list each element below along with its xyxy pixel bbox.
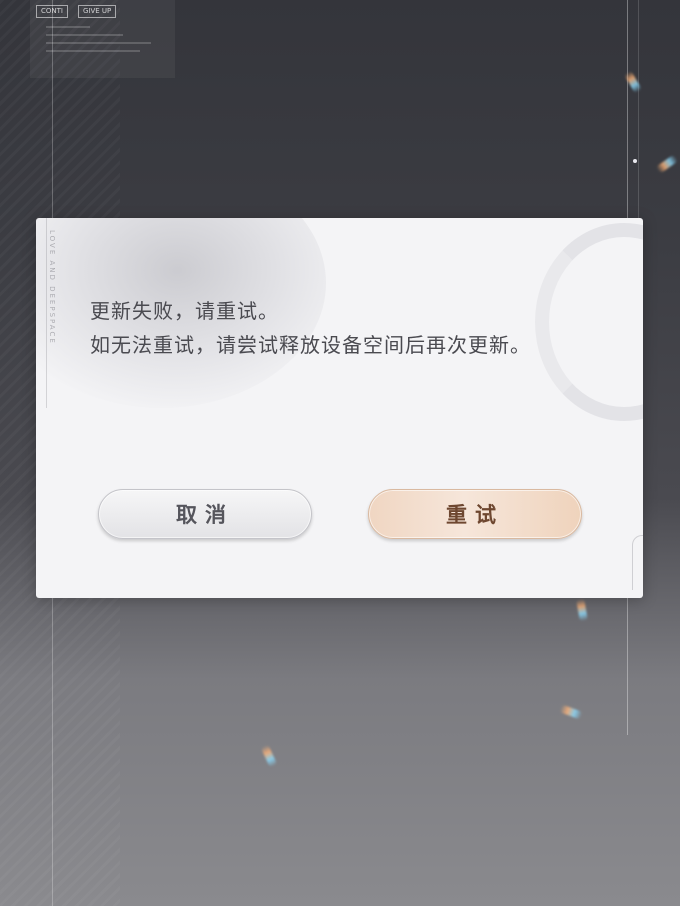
cancel-button-label: 取消 — [176, 502, 234, 527]
message-line-1: 更新失败，请重试。 — [90, 299, 279, 323]
dialog-message: 更新失败，请重试。 如无法重试，请尝试释放设备空间后再次更新。 — [90, 294, 560, 362]
message-line-2: 如无法重试，请尝试释放设备空间后再次更新。 — [90, 333, 531, 357]
background-dot — [633, 159, 637, 163]
give-up-button: GIVE UP — [78, 5, 117, 18]
dialog-bracket-decoration — [632, 535, 643, 590]
background-hud-panel: CONTI GIVE UP — [30, 0, 175, 78]
retry-button[interactable]: 重试 — [368, 489, 582, 539]
hud-text-lines — [46, 26, 156, 58]
sparkle-decoration — [576, 598, 588, 622]
sparkle-decoration — [559, 704, 583, 720]
update-failed-dialog: LOVE AND DEEPSPACE 更新失败，请重试。 如无法重试，请尝试释放… — [36, 218, 643, 598]
dialog-rule-decoration — [46, 218, 47, 408]
continue-button: CONTI — [36, 5, 68, 18]
retry-button-label: 重试 — [446, 502, 504, 527]
cancel-button[interactable]: 取消 — [98, 489, 312, 539]
dialog-side-text: LOVE AND DEEPSPACE — [48, 230, 56, 345]
sparkle-decoration — [260, 744, 278, 768]
background-line — [638, 0, 639, 230]
sparkle-decoration — [655, 154, 679, 174]
